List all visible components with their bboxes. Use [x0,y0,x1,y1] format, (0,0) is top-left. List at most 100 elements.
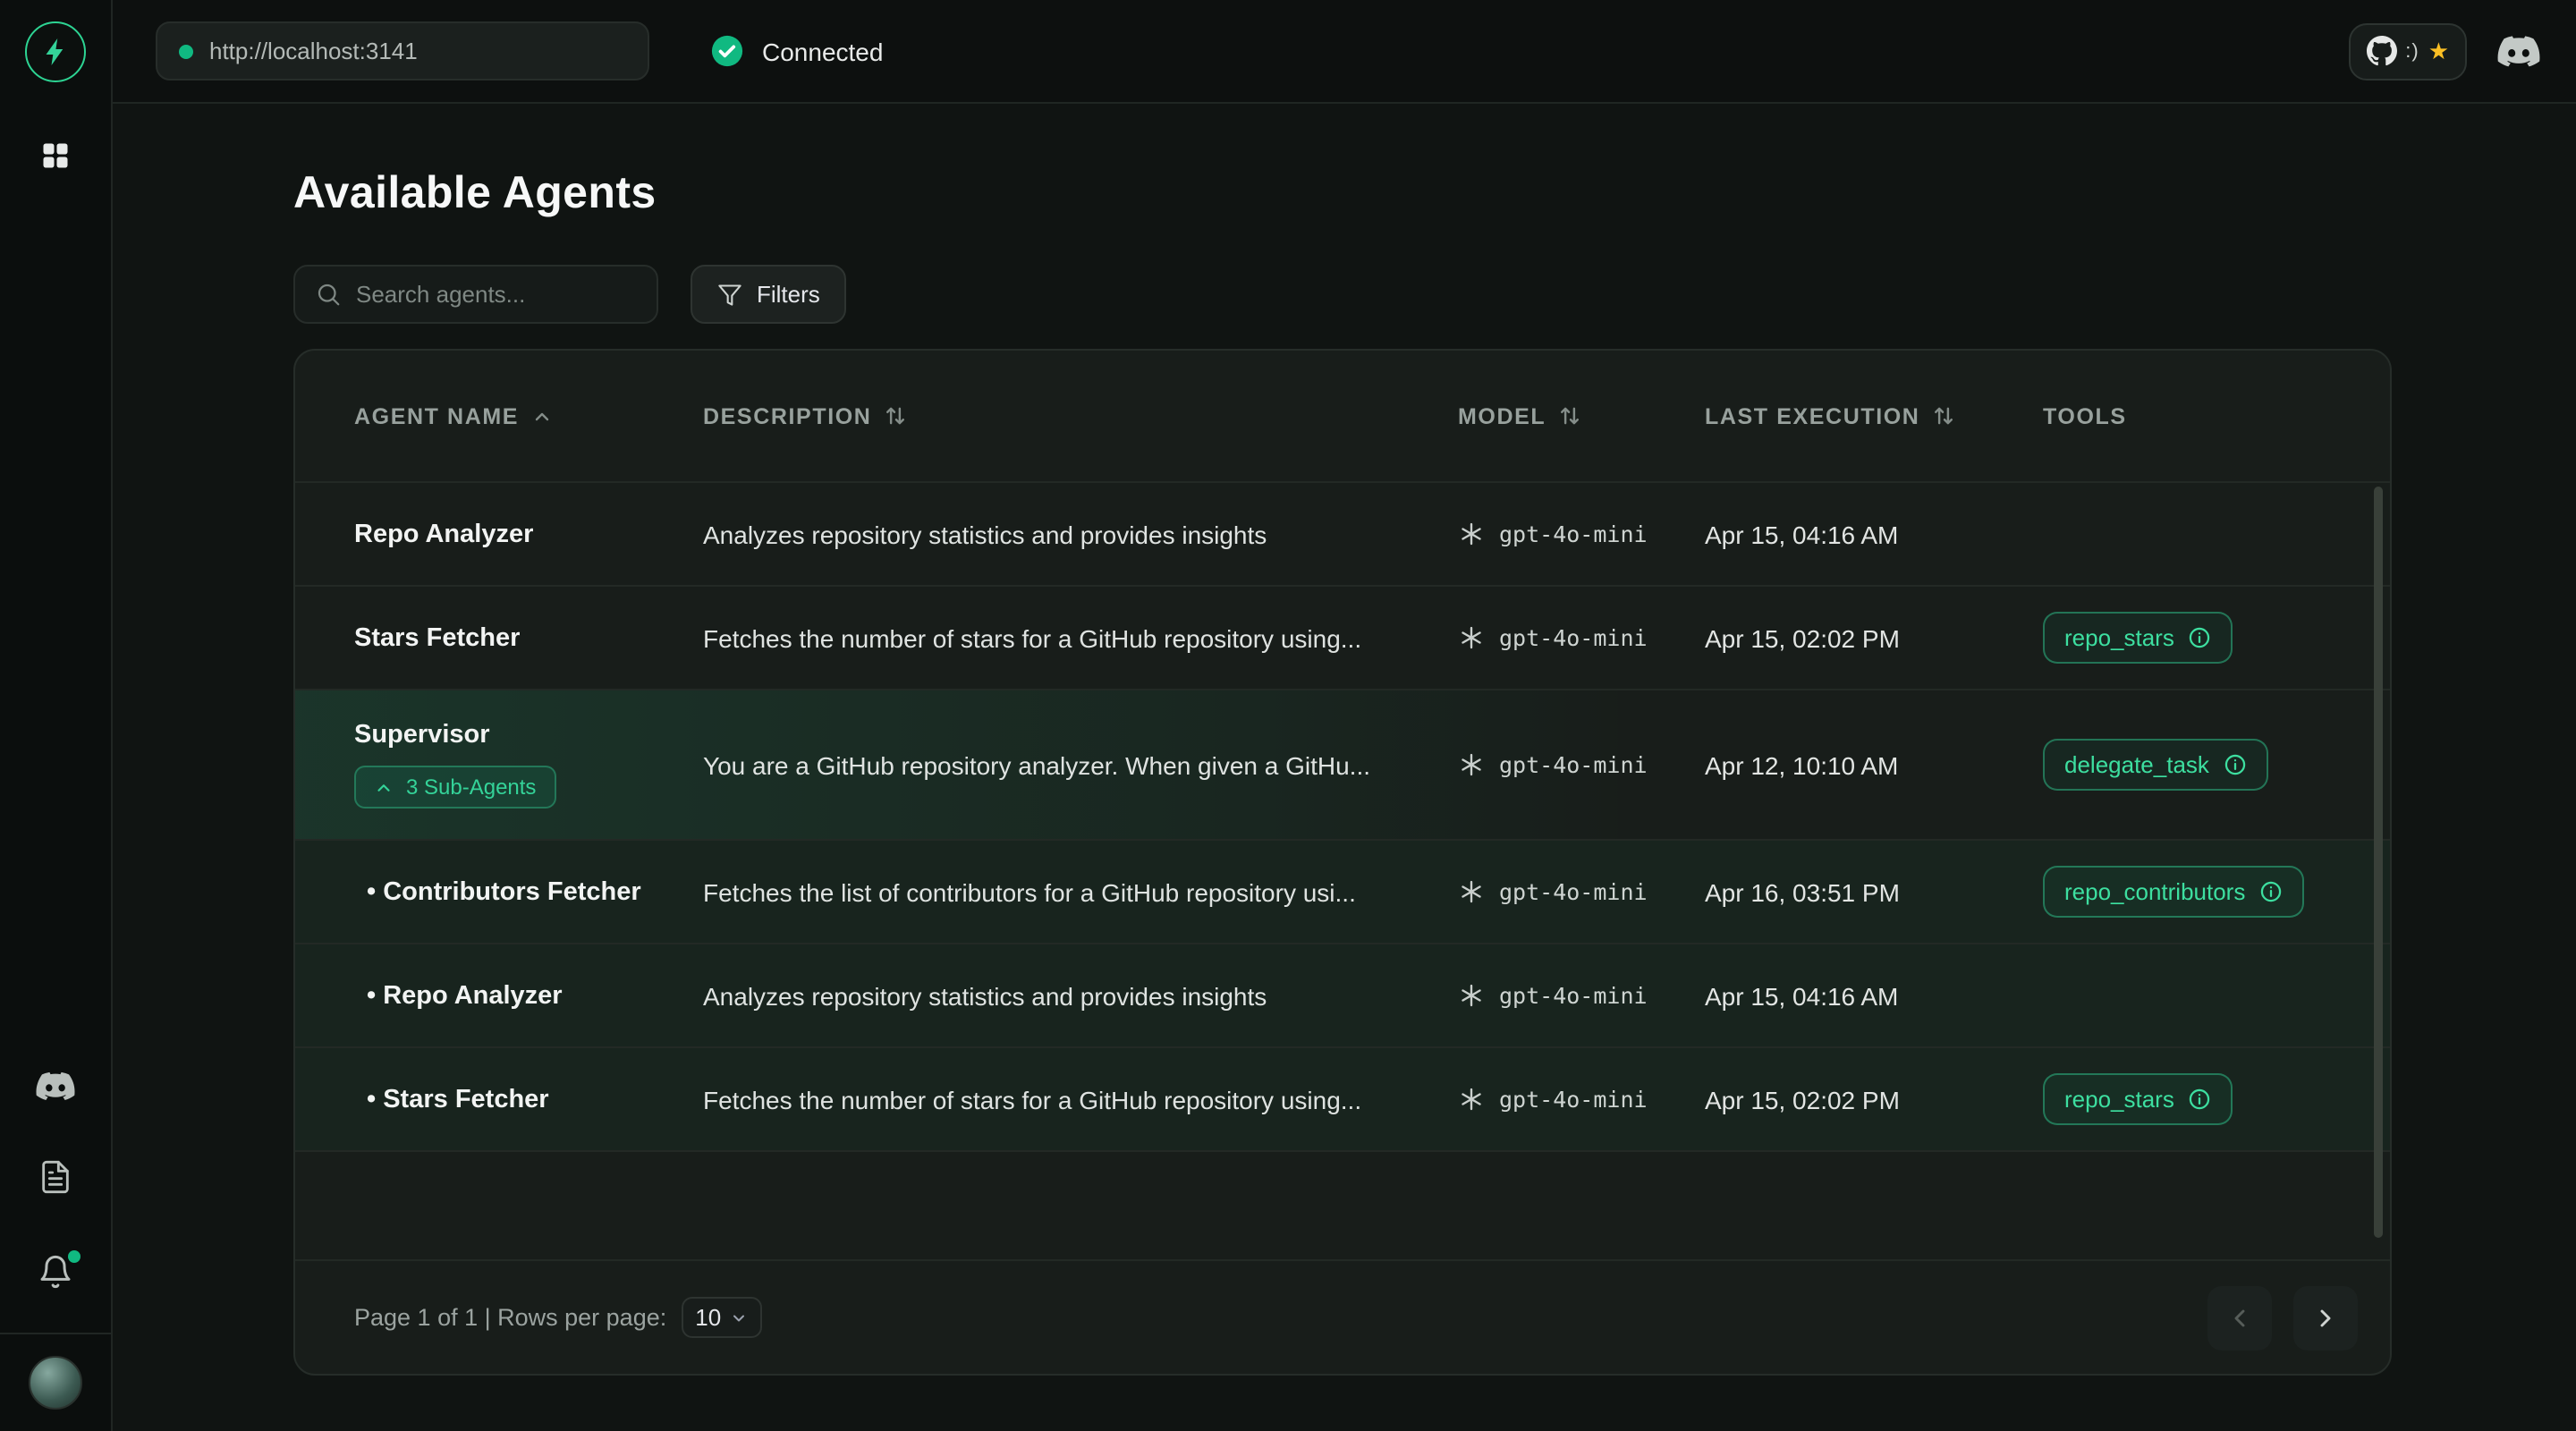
document-icon [38,1159,73,1195]
user-avatar[interactable] [29,1356,82,1410]
agent-name: Contributors Fetcher [367,877,641,906]
app-logo[interactable] [25,21,86,82]
github-smiley-text: :) [2405,40,2419,62]
lightning-bolt-icon [39,36,72,68]
agent-description: Fetches the number of stars for a GitHub… [703,1085,1458,1113]
main-area: Available Agents Filters [113,104,2576,1431]
agent-model: gpt-4o-mini [1458,521,1705,547]
chevron-right-icon [2311,1303,2340,1332]
tool-name: delegate_task [2064,751,2209,778]
sub-agents-count-label: 3 Sub-Agents [406,775,536,800]
table-row[interactable]: Stars Fetcher Fetches the number of star… [295,1048,2390,1152]
tool-name: repo_contributors [2064,878,2245,905]
topbar: http://localhost:3141 Connected :) ★ [113,0,2576,104]
server-online-dot [179,44,193,58]
sidebar [0,0,113,1431]
column-header-last-execution[interactable]: LAST EXECUTION [1705,403,2043,428]
chevron-down-icon [730,1308,748,1326]
previous-page-button[interactable] [2207,1285,2272,1350]
table-row[interactable]: Repo Analyzer Analyzes repository statis… [295,483,2390,587]
table-row[interactable]: Supervisor 3 Sub-Agents You are a GitHub… [295,690,2390,841]
next-page-button[interactable] [2293,1285,2358,1350]
app-window: http://localhost:3141 Connected :) ★ [0,0,2576,1431]
openai-icon [1458,1086,1485,1113]
column-header-agent-name[interactable]: AGENT NAME [354,403,703,428]
sub-agents-toggle[interactable]: 3 Sub-Agents [354,766,555,809]
discord-icon [36,1071,75,1102]
agent-description: Fetches the number of stars for a GitHub… [703,623,1458,652]
sort-both-icon [1558,404,1581,428]
column-header-model[interactable]: MODEL [1458,403,1705,428]
agent-name: Repo Analyzer [367,981,563,1010]
sort-asc-icon [531,405,553,427]
discord-button[interactable] [2497,35,2540,67]
agent-model: gpt-4o-mini [1458,624,1705,651]
column-label: MODEL [1458,403,1546,428]
model-name: gpt-4o-mini [1499,1086,1648,1113]
column-header-description[interactable]: DESCRIPTION [703,403,1458,428]
table-header: AGENT NAME DESCRIPTION MODEL [295,351,2390,483]
sidebar-bottom [0,1071,111,1410]
table-row[interactable]: Stars Fetcher Fetches the number of star… [295,587,2390,690]
openai-icon [1458,624,1485,651]
sort-both-icon [1932,404,1955,428]
model-name: gpt-4o-mini [1499,982,1648,1009]
sidebar-item-docs[interactable] [38,1159,73,1195]
chevron-left-icon [2225,1303,2254,1332]
column-header-tools: TOOLS [2043,403,2354,428]
column-label: AGENT NAME [354,403,519,428]
search-icon [315,281,342,308]
agent-description: Analyzes repository statistics and provi… [703,981,1458,1010]
server-url-text: http://localhost:3141 [209,38,418,64]
agent-last-execution: Apr 12, 10:10 AM [1705,750,2043,779]
filters-button[interactable]: Filters [691,265,847,324]
check-circle-icon [710,34,744,68]
pagination-summary: Page 1 of 1 | Rows per page: [354,1304,666,1331]
model-name: gpt-4o-mini [1499,521,1648,547]
openai-icon [1458,751,1485,778]
search-input[interactable] [356,281,624,308]
agent-model: gpt-4o-mini [1458,751,1705,778]
info-icon [2224,753,2247,776]
sidebar-divider [0,1333,111,1334]
notification-badge [68,1250,80,1263]
tool-name: repo_stars [2064,624,2174,651]
agent-last-execution: Apr 15, 02:02 PM [1705,623,2043,652]
sidebar-item-discord[interactable] [36,1071,75,1102]
model-name: gpt-4o-mini [1499,624,1648,651]
tool-name: repo_stars [2064,1086,2174,1113]
column-label: LAST EXECUTION [1705,403,1919,428]
agent-model: gpt-4o-mini [1458,1086,1705,1113]
model-name: gpt-4o-mini [1499,751,1648,778]
grid-icon [39,140,72,172]
connection-status: Connected [710,34,883,68]
table-footer: Page 1 of 1 | Rows per page: 10 [295,1259,2390,1374]
rows-per-page-value: 10 [695,1304,721,1331]
server-url-input[interactable]: http://localhost:3141 [156,21,649,80]
agent-last-execution: Apr 16, 03:51 PM [1705,877,2043,906]
table-row[interactable]: Repo Analyzer Analyzes repository statis… [295,944,2390,1048]
tool-badge[interactable]: repo_stars [2043,612,2233,664]
tool-badge[interactable]: repo_contributors [2043,866,2304,918]
chevron-up-icon [374,777,394,797]
agent-description: Fetches the list of contributors for a G… [703,877,1458,906]
search-input-wrapper [293,265,658,324]
agent-model: gpt-4o-mini [1458,982,1705,1009]
column-label: TOOLS [2043,403,2127,428]
rows-per-page-select[interactable]: 10 [681,1297,762,1338]
table-body: Repo Analyzer Analyzes repository statis… [295,483,2390,1152]
openai-icon [1458,982,1485,1009]
page-title: Available Agents [293,166,2576,220]
tool-badge[interactable]: delegate_task [2043,739,2268,791]
agent-name: Supervisor [354,721,490,749]
github-star-button[interactable]: :) ★ [2348,22,2467,80]
sidebar-item-agents[interactable] [39,140,72,172]
tool-badge[interactable]: repo_stars [2043,1073,2233,1125]
agent-description: Analyzes repository statistics and provi… [703,520,1458,548]
table-row[interactable]: Contributors Fetcher Fetches the list of… [295,841,2390,944]
agent-model: gpt-4o-mini [1458,878,1705,905]
agent-name: Stars Fetcher [354,623,520,652]
agent-name: Stars Fetcher [367,1085,549,1113]
table-scrollbar[interactable] [2374,487,2383,1238]
filter-funnel-icon [717,282,742,307]
